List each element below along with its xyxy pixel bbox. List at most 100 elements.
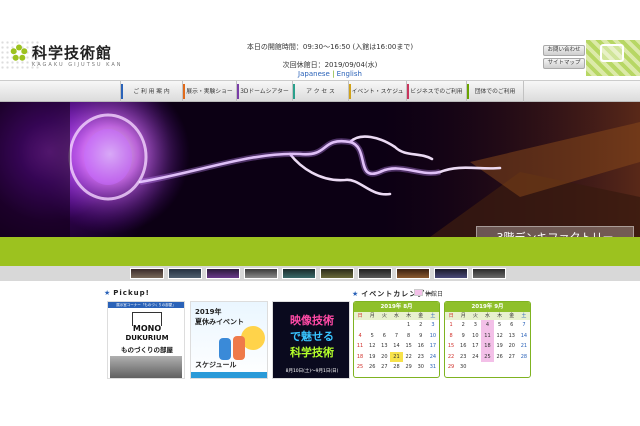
calendar-day[interactable]: 7 [518, 320, 530, 331]
calendar-day[interactable]: 30 [415, 362, 427, 373]
lang-english-link[interactable]: English [337, 70, 362, 78]
calendar-day[interactable]: 29 [445, 362, 457, 373]
slide-thumbnail[interactable] [282, 268, 316, 279]
slide-thumbnail[interactable] [396, 268, 430, 279]
calendar-day[interactable]: 13 [378, 341, 390, 352]
calendar-empty-cell [390, 320, 402, 331]
pickup-title: Pickup! [113, 289, 150, 297]
calendar-day[interactable]: 16 [457, 341, 469, 352]
calendar-days: 1 2 3 4 5 6 7 8 9 10 11 12 13 14 15 16 17 18 19 20 21 22 23 24 2… [354, 320, 439, 373]
calendar-day[interactable]: 23 [457, 352, 469, 363]
calendar-day[interactable]: 12 [366, 341, 378, 352]
calendar-day[interactable]: 28 [390, 362, 402, 373]
calendar-day[interactable]: 9 [457, 331, 469, 342]
calendar-day[interactable]: 7 [390, 331, 402, 342]
calendar-day[interactable]: 24 [427, 352, 439, 363]
slide-thumbnail[interactable] [472, 268, 506, 279]
calendar-day[interactable]: 13 [506, 331, 518, 342]
slide-thumbnail[interactable] [206, 268, 240, 279]
calendar-day[interactable]: 14 [518, 331, 530, 342]
nav-guide[interactable]: ご 利 用 案 内 [120, 81, 182, 103]
contact-button[interactable]: お問い合わせ [543, 45, 585, 56]
calendar-weekdays: 日月火水 木金土 [445, 312, 530, 320]
calendar-day[interactable]: 15 [445, 341, 457, 352]
calendar-day[interactable]: 3 [427, 320, 439, 331]
calendar-day[interactable]: 2 [415, 320, 427, 331]
calendar-day[interactable]: 5 [366, 331, 378, 342]
calendar-day[interactable]: 18 [354, 352, 366, 363]
calendar-day[interactable]: 1 [403, 320, 415, 331]
hero-image[interactable] [0, 102, 640, 237]
calendar-day[interactable]: 28 [518, 352, 530, 363]
calendar-day[interactable]: 12 [494, 331, 506, 342]
logo-name: 科学技術館 [32, 44, 113, 62]
calendar-day[interactable]: 15 [403, 341, 415, 352]
calendar-september: 2019年 9月 日月火水木金土 1 2 3 4 5 6 7 8 9 10 11 12 13 14 15 16… [444, 301, 531, 378]
calendar-day[interactable]: 17 [469, 341, 481, 352]
calendar-day[interactable]: 22 [403, 352, 415, 363]
nav-groups[interactable]: 団体でのご利用 [466, 81, 524, 103]
calendar-day[interactable]: 27 [506, 352, 518, 363]
calendar-day[interactable]: 25 [354, 362, 366, 373]
calendar-day[interactable]: 6 [378, 331, 390, 342]
sitemap-button[interactable]: サイトマップ [543, 58, 585, 69]
weekday-label: 月 [369, 313, 375, 319]
calendar-day[interactable]: 5 [494, 320, 506, 331]
lang-japanese-link[interactable]: Japanese [298, 70, 330, 78]
calendar-day[interactable]: 27 [378, 362, 390, 373]
calendar-day[interactable]: 6 [506, 320, 518, 331]
calendar-day[interactable]: 21 [390, 351, 403, 362]
calendar-day[interactable]: 21 [518, 341, 530, 352]
nav-dome-theater[interactable]: 3Dドームシアター [236, 81, 292, 103]
slide-thumbnail[interactable] [130, 268, 164, 279]
slide-thumbnail[interactable] [168, 268, 202, 279]
calendar-day[interactable]: 25 [481, 351, 494, 362]
card-line2: で魅せる [290, 330, 334, 343]
calendar-day[interactable]: 23 [415, 352, 427, 363]
calendar-day[interactable]: 18 [481, 341, 494, 352]
calendar-day[interactable]: 24 [469, 352, 481, 363]
pickup-card-summer-events[interactable]: 2019年 夏休みイベント スケジュール [190, 301, 268, 379]
slide-thumbnail[interactable] [358, 268, 392, 279]
pickup-card-visual-tech[interactable]: 映像技術 で魅せる 科学技術 8月10日(土)〜9月1日(日) [272, 301, 350, 379]
calendar-day[interactable]: 10 [469, 331, 481, 342]
calendar-day[interactable]: 26 [366, 362, 378, 373]
weekday-label: 木 [406, 313, 412, 319]
calendar-day[interactable]: 1 [445, 320, 457, 331]
calendar-day[interactable]: 29 [403, 362, 415, 373]
card-year: 2019年 [195, 308, 222, 316]
slide-thumbnail[interactable] [320, 268, 354, 279]
calendar-day[interactable]: 20 [378, 352, 390, 363]
calendar-day[interactable]: 2 [457, 320, 469, 331]
nav-business[interactable]: ビジネスでのご利用 [406, 81, 466, 103]
calendar-day[interactable]: 16 [415, 341, 427, 352]
calendar-day[interactable]: 11 [354, 341, 366, 352]
calendar-day[interactable]: 11 [481, 330, 494, 341]
calendar-day[interactable]: 8 [403, 331, 415, 342]
calendar-day[interactable]: 14 [390, 341, 402, 352]
nav-accent-bar [349, 84, 351, 99]
calendar-day[interactable]: 19 [494, 341, 506, 352]
nav-exhibits[interactable]: 展示・実験ショー [182, 81, 236, 103]
slide-thumbnail[interactable] [244, 268, 278, 279]
calendar-day[interactable]: 30 [457, 362, 469, 373]
calendar-day[interactable]: 26 [494, 352, 506, 363]
slide-thumbnail[interactable] [434, 268, 468, 279]
site-logo[interactable]: 科学技術館 [10, 42, 112, 63]
calendar-day[interactable]: 22 [445, 352, 457, 363]
calendar-day[interactable]: 8 [445, 331, 457, 342]
weekday-label: 金 [418, 313, 424, 319]
calendar-day[interactable]: 4 [354, 331, 366, 342]
calendar-day[interactable]: 3 [469, 320, 481, 331]
nav-event-schedule[interactable]: イベント・スケジュール [348, 81, 406, 117]
calendar-day[interactable]: 20 [506, 341, 518, 352]
closed-day-legend: 休館日 [425, 291, 444, 298]
calendar-day[interactable]: 4 [481, 320, 494, 331]
calendar-day[interactable]: 19 [366, 352, 378, 363]
pickup-card-monodukurium[interactable]: 展示室コーナー「ものづくりの部屋」 MONO DUKURIUM ものづくりの部屋 [107, 301, 185, 379]
calendar-day[interactable]: 9 [415, 331, 427, 342]
nav-access[interactable]: ア ク セ ス [292, 81, 348, 103]
calendar-day[interactable]: 10 [427, 331, 439, 342]
calendar-day[interactable]: 31 [427, 362, 439, 373]
calendar-day[interactable]: 17 [427, 341, 439, 352]
